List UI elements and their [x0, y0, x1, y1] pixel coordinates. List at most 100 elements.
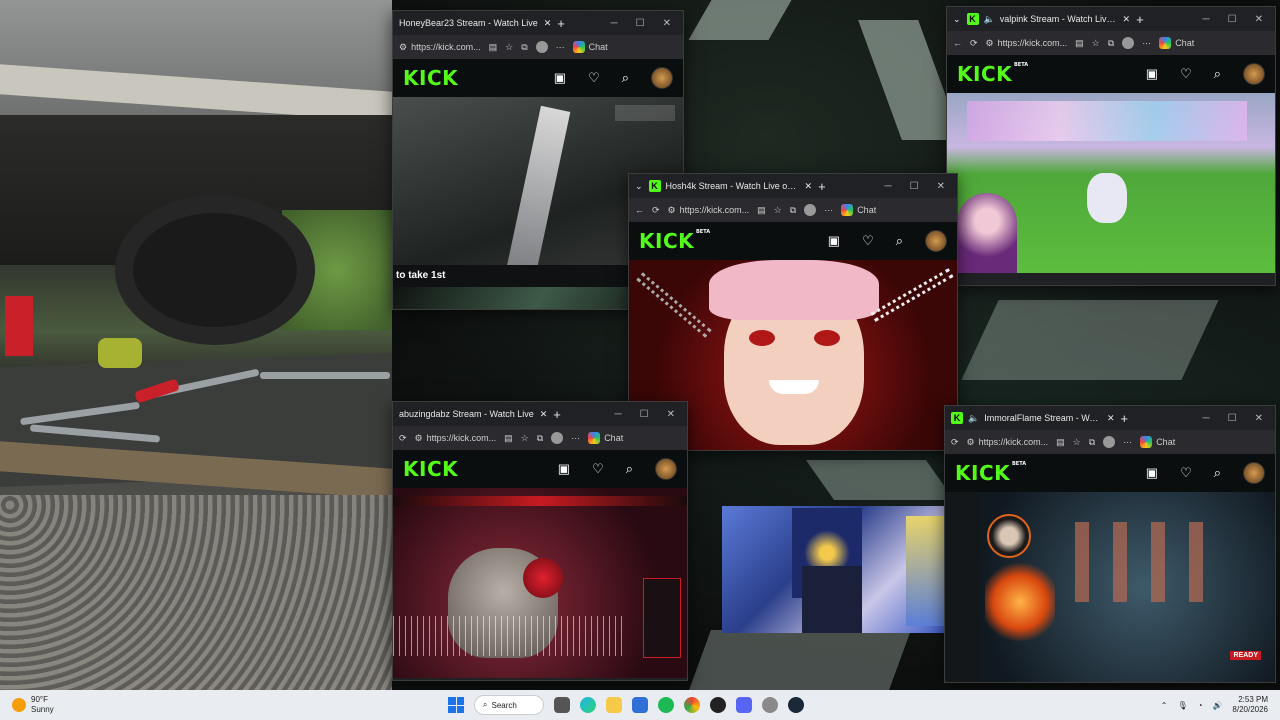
minimize-icon[interactable]: ─ [611, 18, 618, 29]
browse-icon[interactable]: ▣ [828, 233, 840, 249]
following-heart-icon[interactable]: ♡ [1180, 66, 1192, 82]
menu-icon[interactable]: ··· [1142, 38, 1151, 48]
user-avatar[interactable] [1243, 63, 1265, 85]
close-tab-icon[interactable]: ✕ [544, 18, 552, 29]
browser-window-immoralflame[interactable]: K 🔈 ImmoralFlame Stream - Watch ✕ + ─ ☐ ✕ ⟳ … [944, 405, 1276, 683]
tab-list-chevron-icon[interactable]: ⌄ [635, 181, 643, 192]
reading-view-icon[interactable]: ▤ [504, 433, 513, 444]
close-window-icon[interactable]: ✕ [667, 409, 675, 420]
following-heart-icon[interactable]: ♡ [588, 70, 600, 86]
following-heart-icon[interactable]: ♡ [1180, 465, 1192, 481]
settings-gear-icon[interactable] [762, 697, 778, 713]
close-tab-icon[interactable]: ✕ [1107, 413, 1115, 424]
extensions-icon[interactable]: ⧉ [790, 205, 796, 216]
copilot-chat-button[interactable]: Chat [572, 41, 608, 53]
close-window-icon[interactable]: ✕ [1255, 14, 1263, 25]
copilot-chat-button[interactable]: Chat [588, 432, 623, 444]
profile-icon[interactable] [551, 432, 564, 444]
reading-view-icon[interactable]: ▤ [757, 205, 766, 216]
browser-window-abuzingdabz[interactable]: abuzingdabz Stream - Watch Live ✕ + ─ ☐ ✕ … [392, 401, 688, 681]
discord-icon[interactable] [736, 697, 752, 713]
edge-icon[interactable] [580, 697, 596, 713]
menu-icon[interactable]: ··· [571, 433, 580, 443]
back-icon[interactable]: ← [953, 38, 962, 48]
copilot-chat-button[interactable]: Chat [1159, 37, 1194, 49]
tab-abuzingdabz[interactable]: abuzingdabz Stream - Watch Live [399, 409, 534, 419]
spotify-icon[interactable] [658, 697, 674, 713]
close-window-icon[interactable]: ✕ [1255, 413, 1263, 424]
maximize-icon[interactable]: ☐ [640, 409, 649, 420]
search-icon[interactable]: ⌕ [626, 461, 633, 477]
new-tab-icon[interactable]: + [557, 16, 565, 31]
favorite-star-icon[interactable]: ☆ [521, 433, 529, 444]
reading-view-icon[interactable]: ▤ [1075, 38, 1084, 49]
menu-icon[interactable]: ··· [1123, 437, 1132, 447]
task-view-icon[interactable] [554, 697, 570, 713]
profile-icon[interactable] [1122, 37, 1135, 49]
stream-video[interactable]: READY [945, 492, 1275, 682]
reload-icon[interactable]: ⟳ [399, 433, 407, 444]
favorite-star-icon[interactable]: ☆ [774, 205, 782, 216]
file-explorer-icon[interactable] [606, 697, 622, 713]
search-icon[interactable]: ⌕ [622, 70, 629, 86]
windows-start-icon[interactable] [448, 697, 464, 713]
close-window-icon[interactable]: ✕ [663, 18, 671, 29]
volume-icon[interactable]: 🔊 [1212, 701, 1222, 710]
tab-hosh4k[interactable]: K Hosh4k Stream - Watch Live on K [648, 180, 799, 192]
close-window-icon[interactable]: ✕ [937, 181, 945, 192]
tab-honeybear23[interactable]: HoneyBear23 Stream - Watch Live [399, 18, 538, 28]
url-field[interactable]: ⚙ https://kick.com... [399, 42, 481, 53]
close-tab-icon[interactable]: ✕ [1123, 14, 1131, 25]
reload-icon[interactable]: ⟳ [951, 437, 959, 448]
reload-icon[interactable]: ⟳ [652, 205, 660, 216]
search-icon[interactable]: ⌕ [896, 233, 903, 249]
search-icon[interactable]: ⌕ [1214, 465, 1221, 481]
mute-icon[interactable]: 🔈 [984, 14, 995, 25]
minimize-icon[interactable]: ─ [1203, 14, 1210, 25]
stream-video[interactable] [393, 488, 687, 678]
extensions-icon[interactable]: ⧉ [1089, 437, 1095, 448]
profile-icon[interactable] [804, 204, 817, 216]
menu-icon[interactable]: ··· [824, 205, 833, 215]
user-avatar[interactable] [655, 458, 677, 480]
kick-logo[interactable]: KICK BETA [957, 62, 1028, 86]
reload-icon[interactable]: ⟳ [970, 38, 978, 49]
browse-icon[interactable]: ▣ [554, 70, 566, 86]
taskbar-search[interactable]: ⌕ Search [474, 695, 544, 715]
maximize-icon[interactable]: ☐ [636, 18, 645, 29]
browser-window-valpink[interactable]: ⌄ K 🔈 valpink Stream - Watch Live o ✕ + ─ ☐… [946, 6, 1276, 286]
url-field[interactable]: ⚙ https://kick.com... [986, 38, 1068, 49]
tab-list-chevron-icon[interactable]: ⌄ [953, 14, 961, 25]
minimize-icon[interactable]: ─ [615, 409, 622, 420]
mute-icon[interactable]: 🔈 [968, 413, 979, 424]
following-heart-icon[interactable]: ♡ [862, 233, 874, 249]
following-heart-icon[interactable]: ♡ [592, 461, 604, 477]
stream-video[interactable] [947, 93, 1275, 273]
wifi-icon[interactable]: ◔ [1198, 701, 1203, 710]
profile-icon[interactable] [535, 41, 548, 53]
kick-logo[interactable]: KICK [403, 66, 458, 90]
user-avatar[interactable] [925, 230, 947, 252]
tab-valpink[interactable]: K 🔈 valpink Stream - Watch Live o [966, 13, 1117, 25]
reading-view-icon[interactable]: ▤ [1056, 437, 1065, 448]
new-tab-icon[interactable]: + [553, 407, 561, 422]
close-tab-icon[interactable]: ✕ [540, 409, 548, 420]
browse-icon[interactable]: ▣ [1146, 66, 1158, 82]
menu-icon[interactable]: ··· [556, 42, 565, 52]
maximize-icon[interactable]: ☐ [1228, 413, 1237, 424]
url-field[interactable]: ⚙ https://kick.com... [415, 433, 497, 444]
extensions-icon[interactable]: ⧉ [521, 42, 527, 53]
kick-logo[interactable]: KICK [403, 457, 458, 481]
clock[interactable]: 2:53 PM 8/20/2026 [1232, 695, 1268, 715]
kick-logo[interactable]: KICK BETA [955, 461, 1026, 485]
url-field[interactable]: ⚙ https://kick.com... [668, 205, 750, 216]
favorite-star-icon[interactable]: ☆ [1092, 38, 1100, 49]
maximize-icon[interactable]: ☐ [1228, 14, 1237, 25]
microphone-icon[interactable]: 🎙 [1177, 701, 1187, 710]
favorite-star-icon[interactable]: ☆ [1073, 437, 1081, 448]
minimize-icon[interactable]: ─ [1203, 413, 1210, 424]
tab-immoralflame[interactable]: K 🔈 ImmoralFlame Stream - Watch [951, 412, 1101, 424]
browse-icon[interactable]: ▣ [1146, 465, 1158, 481]
profile-icon[interactable] [1103, 436, 1116, 448]
tray-chevron-icon[interactable]: ⌃ [1161, 701, 1168, 710]
